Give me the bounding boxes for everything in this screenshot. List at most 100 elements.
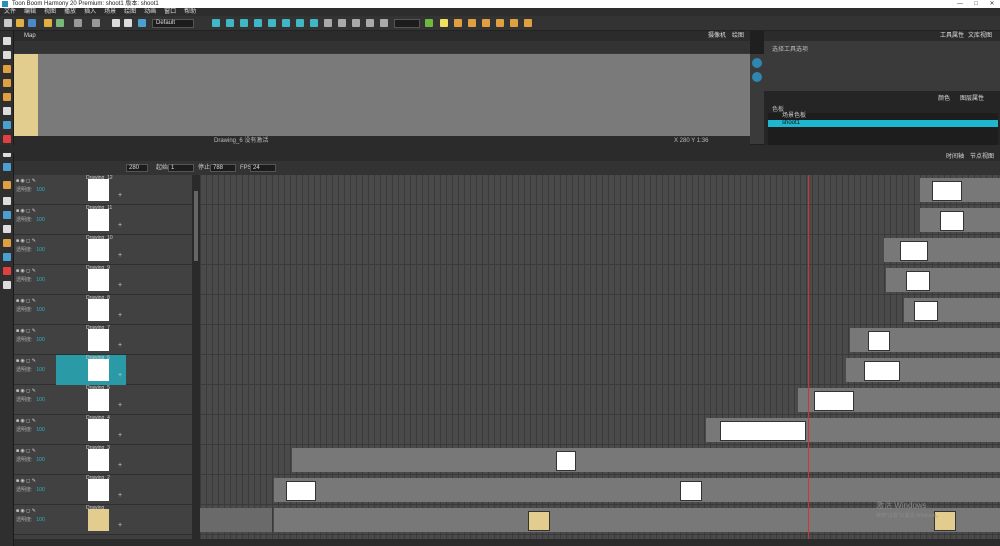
close-button[interactable]: ✕	[984, 0, 1000, 8]
stroke-tool-icon[interactable]	[3, 211, 11, 219]
reposition-tool-icon[interactable]	[3, 267, 11, 275]
current-frame-field[interactable]: 280	[126, 164, 148, 172]
stop-field[interactable]: 788	[210, 164, 236, 172]
text-tool-icon[interactable]	[3, 107, 11, 115]
tab-timeline[interactable]: 时间轴	[946, 153, 964, 161]
smooth-tool-icon[interactable]	[3, 225, 11, 233]
onion-skin-icon[interactable]	[454, 19, 462, 27]
activation-watermark-sub: 转到"设置"以激活 Windows。	[876, 513, 942, 519]
contour-tool-icon[interactable]	[3, 51, 11, 59]
scale-icon[interactable]	[240, 19, 248, 27]
fps-field[interactable]: 24	[250, 164, 276, 172]
timeline-tabs: 时间轴 节点视图	[14, 153, 1000, 161]
view-mode-icon[interactable]	[752, 58, 762, 68]
brush-tool-icon[interactable]	[3, 65, 11, 73]
tab-node-view[interactable]: 节点视图	[970, 153, 994, 161]
menu-drawing[interactable]: 绘图	[120, 8, 140, 16]
transform-tool-icon[interactable]	[3, 181, 11, 189]
export-icon[interactable]	[56, 19, 64, 27]
menu-edit[interactable]: 编辑	[20, 8, 40, 16]
tool-preset-dropdown[interactable]	[394, 19, 420, 28]
activation-watermark: 激活 Windows	[876, 501, 927, 510]
layer-row-selected[interactable]: ■ ◉ ◻ ✎ 透明度: 100 Drawing_6 +	[14, 355, 192, 385]
menu-scene[interactable]: 场景	[100, 8, 120, 16]
layer-row[interactable]: ■ ◉ ◻ ✎ 透明度: 100 Drawing_4 +	[14, 415, 192, 445]
layer-row[interactable]: ■ ◉ ◻ ✎ 透明度: 100 Drawing_10 +	[14, 235, 192, 265]
render-mode-icon[interactable]	[752, 72, 762, 82]
timeline-row	[200, 235, 1000, 265]
select-tool-icon[interactable]	[3, 37, 11, 45]
tab-tool-properties[interactable]: 工具属性	[940, 31, 964, 41]
layer-scrollbar[interactable]	[192, 175, 200, 546]
menu-window[interactable]: 窗口	[160, 8, 180, 16]
hand-icon[interactable]	[366, 19, 374, 27]
tab-colors[interactable]: 颜色	[938, 93, 950, 102]
grid-icon[interactable]	[380, 19, 388, 27]
zoom-icon[interactable]	[352, 19, 360, 27]
palette-item-shoot1[interactable]: shoot1	[768, 120, 998, 127]
render-icon[interactable]	[138, 19, 146, 27]
offset-icon[interactable]	[338, 19, 346, 27]
pencil-tool-icon[interactable]	[3, 79, 11, 87]
undo-icon[interactable]	[74, 19, 82, 27]
light-table-icon[interactable]	[468, 19, 476, 27]
layer-row[interactable]: ■ ◉ ◻ ✎ 透明度: 100 Drawing_8 +	[14, 295, 192, 325]
new-icon[interactable]	[4, 19, 12, 27]
layer-row[interactable]: ■ ◉ ◻ ✎ 透明度: 100 Drawing_11 +	[14, 205, 192, 235]
redo-icon[interactable]	[92, 19, 100, 27]
cutter-tool-icon[interactable]	[3, 197, 11, 205]
tab-layer-properties[interactable]: 图层属性	[960, 93, 984, 102]
layer-row[interactable]: ■ ◉ ◻ ✎ 透明度: 100 Drawing +	[14, 505, 192, 535]
tab-library[interactable]: 文库视图	[968, 31, 992, 41]
workspace-dropdown[interactable]: Default	[152, 19, 194, 28]
menu-file[interactable]: 文件	[0, 8, 20, 16]
menu-view[interactable]: 视图	[40, 8, 60, 16]
menu-help[interactable]: 帮助	[180, 8, 200, 16]
rotate-icon[interactable]	[226, 19, 234, 27]
skew-icon[interactable]	[254, 19, 262, 27]
morph-icon[interactable]	[282, 19, 290, 27]
import-icon[interactable]	[44, 19, 52, 27]
transform-icon[interactable]	[268, 19, 276, 27]
color-tool-icon[interactable]	[3, 281, 11, 289]
tools-toolbar	[0, 31, 14, 546]
layer-thumbnail	[88, 509, 109, 531]
layer-row[interactable]: ■ ◉ ◻ ✎ 透明度: 100 Drawing_5 +	[14, 385, 192, 415]
minimize-button[interactable]: —	[952, 0, 968, 8]
maximize-button[interactable]: □	[968, 0, 984, 8]
open-icon[interactable]	[16, 19, 24, 27]
menu-play[interactable]: 播放	[60, 8, 80, 16]
layer-row[interactable]: ■ ◉ ◻ ✎ 透明度: 100 Drawing_7 +	[14, 325, 192, 355]
rotate-view-tool-icon[interactable]	[3, 253, 11, 261]
tab-map[interactable]: Map	[24, 33, 36, 39]
eraser-tool-icon[interactable]	[3, 93, 11, 101]
hand-tool-icon[interactable]	[3, 163, 11, 171]
layer-row[interactable]: ■ ◉ ◻ ✎ 透明度: 100 Drawing_9 +	[14, 265, 192, 295]
layer-row[interactable]: ■ ◉ ◻ ✎ 透明度: 100 Drawing_12 +	[14, 175, 192, 205]
start-field[interactable]: 1	[168, 164, 194, 172]
keyframe-icon[interactable]	[496, 19, 504, 27]
tab-camera[interactable]: 摄像机	[708, 31, 726, 41]
copy-icon[interactable]	[112, 19, 120, 27]
motion-icon[interactable]	[524, 19, 532, 27]
playhead[interactable]	[808, 175, 809, 546]
save-icon[interactable]	[28, 19, 36, 27]
layer-row[interactable]: ■ ◉ ◻ ✎ 透明度: 100 Drawing_3 +	[14, 445, 192, 475]
paste-icon[interactable]	[124, 19, 132, 27]
paint-tool-icon[interactable]	[3, 135, 11, 143]
layer-row[interactable]: ■ ◉ ◻ ✎ 透明度: 100 Drawing_2 +	[14, 475, 192, 505]
pencil-icon[interactable]	[425, 19, 433, 27]
menu-insert[interactable]: 插入	[80, 8, 100, 16]
ease-icon[interactable]	[510, 19, 518, 27]
shape-tool-icon[interactable]	[3, 121, 11, 129]
zoom-tool-icon[interactable]	[3, 239, 11, 247]
spline-icon[interactable]	[324, 19, 332, 27]
bulb-icon[interactable]	[440, 19, 448, 27]
tab-drawing[interactable]: 绘图	[732, 31, 744, 41]
menu-animation[interactable]: 动画	[140, 8, 160, 16]
timeline-grid[interactable]	[200, 175, 1000, 546]
kinematic-icon[interactable]	[310, 19, 318, 27]
move-icon[interactable]	[212, 19, 220, 27]
bone-icon[interactable]	[296, 19, 304, 27]
peg-icon[interactable]	[482, 19, 490, 27]
